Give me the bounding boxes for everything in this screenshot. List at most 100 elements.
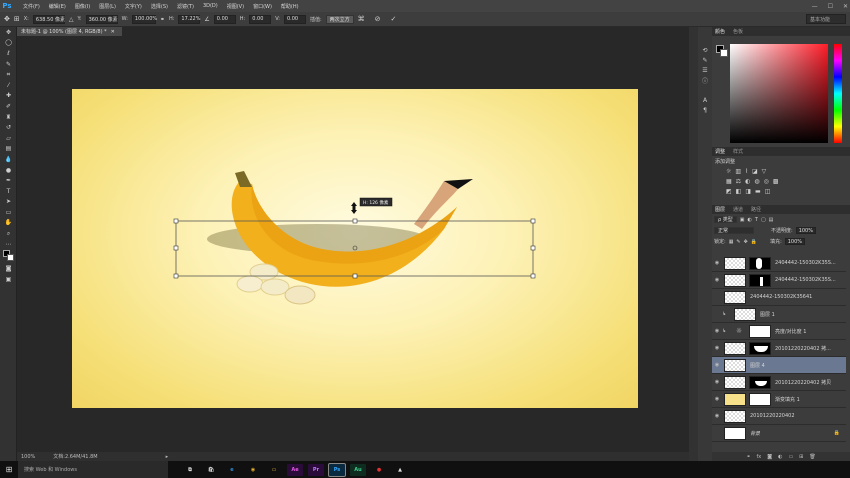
- h-field[interactable]: 17.22%: [178, 14, 200, 24]
- lock-all-icon[interactable]: 🔒: [751, 239, 757, 245]
- curves-icon[interactable]: ⌇: [745, 168, 748, 175]
- dodge-tool-icon[interactable]: ●: [0, 165, 17, 176]
- w-field[interactable]: 100.00%: [131, 14, 157, 24]
- threshold-icon[interactable]: ◨: [745, 188, 751, 195]
- panel-collapse-bar[interactable]: [689, 27, 698, 461]
- background-color-swatch[interactable]: [7, 254, 14, 262]
- tab-layers[interactable]: 图层: [715, 206, 725, 213]
- menu-file[interactable]: 文件(F): [23, 3, 40, 10]
- layer-row[interactable]: ◉ 20101220220402 拷贝: [712, 374, 846, 391]
- tab-adjustments[interactable]: 调整: [715, 148, 725, 155]
- color-swatches[interactable]: [0, 249, 17, 263]
- transform-handle[interactable]: [173, 245, 179, 251]
- store-icon[interactable]: 🛍: [203, 464, 219, 476]
- color-lookup-icon[interactable]: ▩: [773, 178, 779, 185]
- new-layer-icon[interactable]: ⊞: [799, 454, 803, 460]
- transform-handle[interactable]: [530, 273, 536, 279]
- layer-row[interactable]: ◉ 20101220220402 拷...: [712, 340, 846, 357]
- filter-shape-icon[interactable]: ▢: [761, 217, 766, 223]
- more-tools-icon[interactable]: ⋯: [0, 239, 17, 250]
- delete-layer-icon[interactable]: 🗑: [809, 454, 815, 460]
- minimize-button[interactable]: —: [812, 3, 818, 10]
- angle-field[interactable]: 0.00: [213, 14, 236, 24]
- layer-row[interactable]: ◉ 2404442-150302K35S...: [712, 255, 846, 272]
- visibility-eye-icon[interactable]: ◉: [712, 396, 722, 402]
- menu-type[interactable]: 文字(Y): [125, 3, 142, 10]
- photoshop-icon[interactable]: Ps: [328, 462, 346, 477]
- visibility-eye-icon[interactable]: ◉: [712, 345, 722, 351]
- tab-paths[interactable]: 路径: [751, 206, 761, 213]
- explorer-icon[interactable]: ▭: [266, 464, 282, 476]
- blur-tool-icon[interactable]: 💧: [0, 154, 17, 165]
- menu-edit[interactable]: 编辑(E): [49, 3, 66, 10]
- transform-handle[interactable]: [530, 245, 536, 251]
- hue-sat-icon[interactable]: ▦: [726, 178, 732, 185]
- document-tab[interactable]: 未标题-1 @ 100% (图层 4, RGB/8) * ✕: [17, 27, 122, 36]
- menu-image[interactable]: 图像(I): [75, 3, 90, 10]
- visibility-eye-icon[interactable]: ◉: [712, 413, 722, 419]
- status-arrow-icon[interactable]: ▸: [166, 454, 169, 460]
- layer-row[interactable]: 2404442-150302K35641: [712, 289, 846, 306]
- chrome-icon[interactable]: ◉: [245, 464, 261, 476]
- transform-handle[interactable]: [173, 218, 179, 224]
- selective-color-icon[interactable]: ◫: [765, 188, 771, 195]
- tab-color[interactable]: 颜色: [715, 28, 725, 35]
- channel-mixer-icon[interactable]: ◎: [764, 178, 769, 185]
- brightness-icon[interactable]: ☼: [726, 168, 731, 175]
- visibility-eye-icon[interactable]: ◉: [712, 362, 722, 368]
- layer-row[interactable]: ◉ 2404442-150302K35S...: [712, 272, 846, 289]
- fx-icon[interactable]: fx: [756, 454, 761, 460]
- audition-icon[interactable]: Au: [350, 463, 366, 476]
- screen-mode-icon[interactable]: ▣: [0, 274, 17, 285]
- filter-pixel-icon[interactable]: ▣: [740, 217, 745, 223]
- eraser-tool-icon[interactable]: ▱: [0, 133, 17, 144]
- filter-type-icon[interactable]: T: [755, 217, 758, 223]
- blend-mode-select[interactable]: 正常: [714, 227, 754, 234]
- gradient-tool-icon[interactable]: ▤: [0, 144, 17, 155]
- posterize-icon[interactable]: ◧: [736, 188, 742, 195]
- tab-swatches[interactable]: 色板: [733, 28, 743, 35]
- reference-point-icon[interactable]: ⊞: [14, 15, 20, 23]
- vibrance-icon[interactable]: ▽: [762, 168, 767, 175]
- bg-color-chip[interactable]: [720, 49, 728, 57]
- transform-handle[interactable]: [352, 273, 358, 279]
- layer-mask-thumbnail[interactable]: [749, 256, 771, 270]
- invert-icon[interactable]: ◩: [726, 188, 732, 195]
- brush-tool-icon[interactable]: ✐: [0, 101, 17, 112]
- menu-select[interactable]: 选择(S): [151, 3, 168, 10]
- hskew-field[interactable]: 0.00: [249, 14, 272, 24]
- transform-tool-icon[interactable]: ✥: [4, 15, 10, 23]
- info-icon[interactable]: ⓘ: [698, 75, 712, 85]
- pen-tool-icon[interactable]: ✒: [0, 175, 17, 186]
- link-icon[interactable]: ⚭: [160, 16, 165, 23]
- new-group-icon[interactable]: ▭: [788, 454, 793, 460]
- layer-kind-filter[interactable]: ρ 类型: [714, 216, 737, 223]
- layer-row[interactable]: 背景 🔒: [712, 425, 846, 442]
- delta-icon[interactable]: △: [69, 16, 74, 23]
- transform-handle[interactable]: [352, 218, 358, 224]
- recorder-icon[interactable]: ●: [371, 464, 387, 476]
- visibility-eye-icon[interactable]: ◉: [712, 379, 722, 385]
- add-mask-icon[interactable]: ◙: [767, 454, 772, 460]
- edge-icon[interactable]: e: [224, 464, 240, 476]
- paragraph-panel-icon[interactable]: ¶: [698, 105, 712, 115]
- fill-field[interactable]: 100%: [784, 238, 806, 245]
- after-effects-icon[interactable]: Ae: [287, 463, 303, 476]
- tab-channels[interactable]: 通道: [733, 206, 743, 213]
- new-adjustment-icon[interactable]: ◐: [778, 454, 782, 460]
- filter-smart-icon[interactable]: ▤: [769, 217, 774, 223]
- zoom-tool-icon[interactable]: ⌕: [0, 228, 17, 239]
- canvas[interactable]: H: 126 像素: [72, 89, 638, 408]
- windows-start-icon[interactable]: ⊞: [0, 465, 18, 474]
- filter-adjust-icon[interactable]: ◐: [748, 217, 752, 223]
- layer-mask-thumbnail[interactable]: [749, 375, 771, 389]
- visibility-eye-icon[interactable]: ◉: [712, 260, 722, 266]
- layer-mask-thumbnail[interactable]: [749, 341, 771, 355]
- visibility-eye-icon[interactable]: ◉: [712, 277, 722, 283]
- brush-presets-icon[interactable]: ✎: [698, 55, 712, 65]
- photo-filter-icon[interactable]: ◍: [754, 178, 759, 185]
- layer-row[interactable]: ↳ 图层 1: [712, 306, 846, 323]
- commit-transform-icon[interactable]: ✓: [391, 15, 397, 23]
- color-field[interactable]: [730, 44, 828, 143]
- quick-select-tool-icon[interactable]: ✎: [0, 59, 17, 70]
